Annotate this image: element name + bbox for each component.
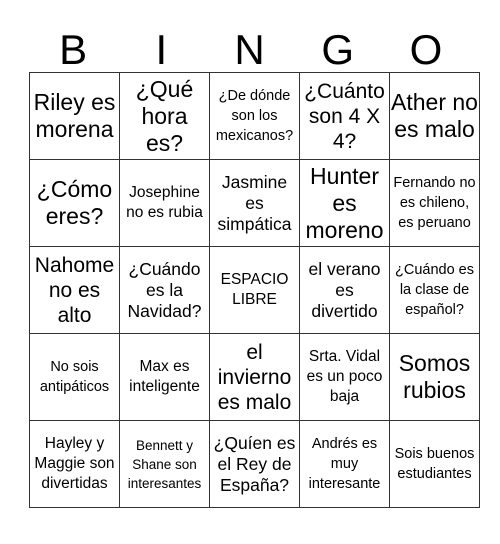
- bingo-cell[interactable]: Somos rubios: [389, 333, 480, 421]
- bingo-cell[interactable]: Hunter es moreno: [299, 159, 390, 247]
- bingo-cell[interactable]: Max es inteligente: [119, 333, 210, 421]
- bingo-cell[interactable]: ¿Cuánto son 4 X 4?: [299, 72, 390, 160]
- bingo-cell[interactable]: Hayley y Maggie son divertidas: [29, 420, 120, 508]
- bingo-cell[interactable]: Josephine no es rubia: [119, 159, 210, 247]
- bingo-cell[interactable]: ¿Cómo eres?: [29, 159, 120, 247]
- bingo-cell[interactable]: el verano es divertido: [299, 246, 390, 334]
- bingo-cell[interactable]: Bennett y Shane son interesantes: [119, 420, 210, 508]
- header-letter-o: O: [409, 26, 443, 73]
- bingo-cell[interactable]: ¿Cuándo es la clase de español?: [389, 246, 480, 334]
- bingo-cell[interactable]: No sois antipáticos: [29, 333, 120, 421]
- bingo-cell[interactable]: Jasmine es simpática: [209, 159, 300, 247]
- free-space-cell[interactable]: ESPACIO LIBRE: [209, 246, 300, 334]
- grid-row: Nahome no es alto ¿Cuándo es la Navidad?…: [29, 246, 480, 334]
- grid-row: ¿Cómo eres? Josephine no es rubia Jasmin…: [29, 159, 480, 247]
- bingo-cell[interactable]: Nahome no es alto: [29, 246, 120, 334]
- bingo-cell[interactable]: Riley es morena: [29, 72, 120, 160]
- header-letter-n: N: [234, 26, 265, 73]
- grid-row: No sois antipáticos Max es inteligente e…: [29, 333, 480, 421]
- bingo-header: B I N G O: [29, 28, 470, 72]
- bingo-grid: Riley es morena ¿Qué hora es? ¿De dónde …: [29, 72, 480, 508]
- bingo-cell[interactable]: ¿Quíen es el Rey de España?: [209, 420, 300, 508]
- bingo-cell[interactable]: Sois buenos estudiantes: [389, 420, 480, 508]
- bingo-cell[interactable]: Andrés es muy interesante: [299, 420, 390, 508]
- grid-row: Riley es morena ¿Qué hora es? ¿De dónde …: [29, 72, 480, 160]
- bingo-cell[interactable]: ¿De dónde son los mexicanos?: [209, 72, 300, 160]
- header-letter-b: B: [59, 26, 88, 73]
- bingo-cell[interactable]: Srta. Vidal es un poco baja: [299, 333, 390, 421]
- header-letter-i: I: [155, 26, 168, 73]
- bingo-cell[interactable]: ¿Qué hora es?: [119, 72, 210, 160]
- bingo-cell[interactable]: ¿Cuándo es la Navidad?: [119, 246, 210, 334]
- bingo-cell[interactable]: Fernando no es chileno, es peruano: [389, 159, 480, 247]
- bingo-cell[interactable]: el invierno es malo: [209, 333, 300, 421]
- grid-row: Hayley y Maggie son divertidas Bennett y…: [29, 420, 480, 508]
- header-letter-g: G: [321, 26, 355, 73]
- bingo-cell[interactable]: Ather no es malo: [389, 72, 480, 160]
